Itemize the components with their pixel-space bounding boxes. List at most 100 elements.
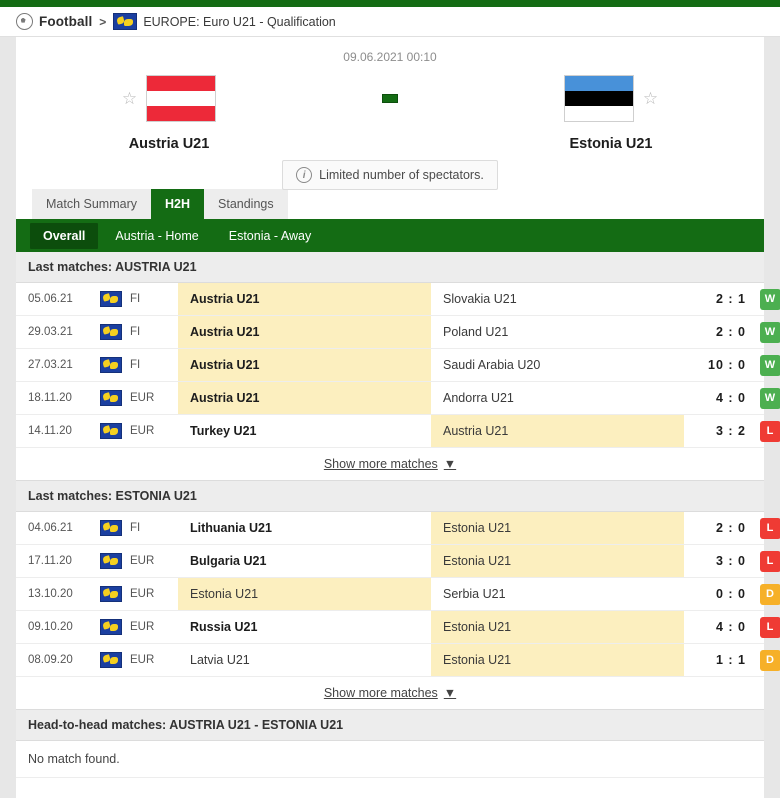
table-row[interactable]: 04.06.21FILithuania U21Estonia U212 : 0L — [16, 512, 764, 545]
home-team-cell: Lithuania U21 — [178, 512, 431, 544]
home-team-cell: Latvia U21 — [178, 644, 431, 676]
show-more-estonia[interactable]: Show more matches ▼ — [16, 677, 764, 710]
status-badge: L — [760, 617, 780, 638]
table-row[interactable]: 09.10.20EURRussia U21Estonia U214 : 0L — [16, 611, 764, 644]
competition-flag-cell — [100, 619, 130, 635]
home-team-label: Estonia U21 — [190, 587, 258, 601]
away-team-label: Serbia U21 — [443, 587, 506, 601]
result-cell: L — [746, 421, 780, 442]
match-detail-page: Football > EUROPE: Euro U21 - Qualificat… — [0, 0, 780, 795]
away-team-label: Saudi Arabia U20 — [443, 358, 540, 372]
away-team-label: Slovakia U21 — [443, 292, 517, 306]
match-date: 04.06.21 — [16, 522, 100, 534]
competition-code: EUR — [130, 654, 178, 666]
star-outline-icon[interactable]: ☆ — [122, 90, 137, 107]
away-team-cell: Austria U21 — [431, 415, 684, 447]
subtab-overall[interactable]: Overall — [30, 223, 98, 249]
status-badge: W — [760, 289, 780, 310]
home-team-cell: Turkey U21 — [178, 415, 431, 447]
europe-flag-icon — [100, 652, 122, 668]
austria-flag — [146, 75, 216, 122]
match-date: 05.06.21 — [16, 293, 100, 305]
away-team-top: ☆ — [564, 70, 658, 126]
competition-code: EUR — [130, 425, 178, 437]
home-team-cell: Austria U21 — [178, 382, 431, 414]
status-badge: D — [760, 650, 780, 671]
main-tabs: Match Summary H2H Standings — [16, 188, 764, 219]
result-cell: W — [746, 289, 780, 310]
chevron-down-icon: ▼ — [444, 457, 456, 471]
home-team-name[interactable]: Austria U21 — [129, 136, 210, 152]
competition-code: EUR — [130, 588, 178, 600]
info-circle-icon: i — [296, 167, 312, 183]
table-row[interactable]: 08.09.20EURLatvia U21Estonia U211 : 1D — [16, 644, 764, 677]
kickoff-time: 09.06.2021 00:10 — [16, 45, 764, 64]
match-date: 29.03.21 — [16, 326, 100, 338]
competition-flag-cell — [100, 652, 130, 668]
competition-code: EUR — [130, 621, 178, 633]
h2h-subnav: Overall Austria - Home Estonia - Away — [16, 219, 764, 252]
away-team-label: Poland U21 — [443, 325, 508, 339]
section-title-austria: Last matches: AUSTRIA U21 — [16, 252, 764, 283]
home-team-cell: Austria U21 — [178, 283, 431, 315]
match-score: 3 : 2 — [684, 424, 746, 438]
match-date: 14.11.20 — [16, 425, 100, 437]
table-row[interactable]: 29.03.21FIAustria U21Poland U212 : 0W — [16, 316, 764, 349]
subtab-estonia-away[interactable]: Estonia - Away — [216, 223, 324, 249]
table-row[interactable]: 27.03.21FIAustria U21Saudi Arabia U2010 … — [16, 349, 764, 382]
tab-match-summary[interactable]: Match Summary — [32, 189, 151, 219]
estonia-matches-list: 04.06.21FILithuania U21Estonia U212 : 0L… — [16, 512, 764, 677]
subtab-austria-home[interactable]: Austria - Home — [102, 223, 211, 249]
show-more-austria[interactable]: Show more matches ▼ — [16, 448, 764, 481]
competition-flag-cell — [100, 553, 130, 569]
away-team-label: Austria U21 — [443, 424, 508, 438]
table-row[interactable]: 14.11.20EURTurkey U21Austria U213 : 2L — [16, 415, 764, 448]
status-badge: L — [760, 421, 780, 442]
result-cell: L — [746, 617, 780, 638]
away-team-name[interactable]: Estonia U21 — [570, 136, 653, 152]
competition-flag-cell — [100, 357, 130, 373]
home-team-block: ☆ Austria U21 — [34, 70, 304, 152]
away-team-label: Andorra U21 — [443, 391, 514, 405]
breadcrumb-league[interactable]: EUROPE: Euro U21 - Qualification — [143, 15, 335, 29]
status-badge: D — [760, 584, 780, 605]
score-dash — [382, 94, 398, 103]
teams-row: ☆ Austria U21 ☆ Estonia U21 — [16, 64, 764, 152]
tab-h2h[interactable]: H2H — [151, 189, 204, 219]
competition-code: EUR — [130, 555, 178, 567]
home-team-label: Austria U21 — [190, 325, 259, 339]
europe-flag-icon — [100, 324, 122, 340]
result-cell: W — [746, 355, 780, 376]
table-row[interactable]: 18.11.20EURAustria U21Andorra U214 : 0W — [16, 382, 764, 415]
spectators-notice-text: Limited number of spectators. — [319, 168, 484, 182]
star-outline-icon[interactable]: ☆ — [643, 90, 658, 107]
europe-flag-icon — [100, 390, 122, 406]
table-row[interactable]: 17.11.20EURBulgaria U21Estonia U213 : 0L — [16, 545, 764, 578]
breadcrumb-sport[interactable]: Football — [39, 14, 92, 29]
status-badge: W — [760, 322, 780, 343]
card-bottom-padding — [16, 778, 764, 798]
breadcrumb-separator: > — [99, 15, 106, 29]
away-team-cell: Estonia U21 — [431, 545, 684, 577]
table-row[interactable]: 13.10.20EUREstonia U21Serbia U210 : 0D — [16, 578, 764, 611]
tab-standings[interactable]: Standings — [204, 189, 288, 219]
result-cell: W — [746, 388, 780, 409]
home-team-cell: Austria U21 — [178, 349, 431, 381]
home-team-cell: Estonia U21 — [178, 578, 431, 610]
table-row[interactable]: 05.06.21FIAustria U21Slovakia U212 : 1W — [16, 283, 764, 316]
status-badge: L — [760, 551, 780, 572]
competition-code: FI — [130, 359, 178, 371]
match-score: 0 : 0 — [684, 587, 746, 601]
score-middle — [315, 70, 465, 126]
match-date: 08.09.20 — [16, 654, 100, 666]
away-team-cell: Serbia U21 — [431, 578, 684, 610]
result-cell: D — [746, 650, 780, 671]
h2h-empty-text: No match found. — [16, 741, 764, 778]
match-date: 13.10.20 — [16, 588, 100, 600]
status-badge: L — [760, 518, 780, 539]
europe-flag-icon — [100, 619, 122, 635]
match-score: 4 : 0 — [684, 620, 746, 634]
home-team-top: ☆ — [122, 70, 216, 126]
show-more-austria-label: Show more matches — [324, 457, 438, 471]
match-score: 2 : 0 — [684, 521, 746, 535]
